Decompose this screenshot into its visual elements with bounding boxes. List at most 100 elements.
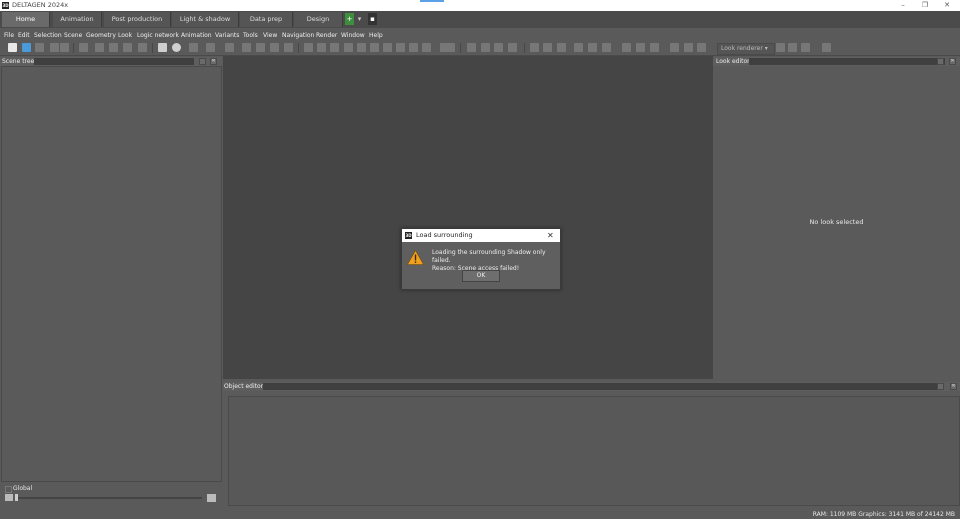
menu-navigation[interactable]: Navigation	[282, 30, 314, 41]
select-all-icon[interactable]	[330, 43, 339, 52]
panel-float-icon[interactable]	[199, 58, 206, 65]
toolbar-divider	[524, 43, 525, 53]
layer-icon[interactable]	[242, 43, 251, 52]
panel-close-icon[interactable]: ✕	[210, 58, 217, 65]
restore-button[interactable]: ❐	[914, 0, 936, 11]
delete-icon[interactable]	[138, 43, 147, 52]
view-mode-dropdown-icon[interactable]	[440, 43, 455, 52]
lasso-icon[interactable]	[383, 43, 392, 52]
stereo-icon[interactable]	[670, 43, 679, 52]
camera-icon[interactable]	[158, 43, 167, 52]
menu-scene[interactable]: Scene	[64, 30, 82, 41]
menu-variants[interactable]: Variants	[215, 30, 239, 41]
panel-close-icon[interactable]: ✕	[950, 383, 957, 390]
pin-icon[interactable]: ▪	[368, 13, 377, 25]
select-icon[interactable]	[304, 43, 313, 52]
look-renderer-label: Look renderer	[721, 45, 763, 52]
object-editor-search[interactable]	[263, 383, 943, 390]
mesh-icon[interactable]	[409, 43, 418, 52]
undo-icon[interactable]	[79, 43, 88, 52]
ok-button[interactable]: OK	[462, 270, 500, 282]
scale-icon[interactable]	[370, 43, 379, 52]
pick-icon[interactable]	[396, 43, 405, 52]
menu-selection[interactable]: Selection	[34, 30, 62, 41]
tab-dropdown-button[interactable]: ▾	[355, 13, 364, 25]
vr-icon[interactable]	[684, 43, 693, 52]
material-icon[interactable]	[574, 43, 583, 52]
copy-icon[interactable]	[109, 43, 118, 52]
grid-icon[interactable]	[422, 43, 431, 52]
menu-window[interactable]: Window	[341, 30, 365, 41]
paste-icon[interactable]	[123, 43, 132, 52]
panel-float-icon[interactable]	[937, 383, 944, 390]
render-icon[interactable]	[225, 43, 234, 52]
list-icon[interactable]	[5, 494, 13, 501]
global-checkbox[interactable]	[5, 486, 12, 493]
timeline-icon[interactable]	[650, 43, 659, 52]
menu-logic-network[interactable]: Logic network	[137, 30, 179, 41]
save-dropdown-icon[interactable]	[60, 43, 69, 52]
menu-help[interactable]: Help	[369, 30, 383, 41]
environment-icon[interactable]	[557, 43, 566, 52]
tab-post-production[interactable]: Post production	[104, 12, 171, 27]
tab-light-shadow[interactable]: Light & shadow	[172, 12, 239, 27]
close-window-button[interactable]: ✕	[936, 0, 958, 11]
scene-tree-slider[interactable]	[16, 497, 202, 499]
quality-icon[interactable]	[788, 43, 797, 52]
menu-edit[interactable]: Edit	[18, 30, 30, 41]
new-file-icon[interactable]	[8, 43, 17, 52]
minimize-button[interactable]: –	[892, 0, 914, 11]
variant-icon[interactable]	[622, 43, 631, 52]
tab-data-prep[interactable]: Data prep	[240, 12, 293, 27]
add-tab-button[interactable]: +	[345, 13, 354, 25]
no-look-message: No look selected	[809, 218, 864, 226]
snap-icon[interactable]	[481, 43, 490, 52]
move-icon[interactable]	[344, 43, 353, 52]
animation-icon[interactable]	[636, 43, 645, 52]
tab-home[interactable]: Home	[2, 12, 50, 27]
import-icon[interactable]	[35, 43, 44, 52]
merge-icon[interactable]	[270, 43, 279, 52]
pivot-icon[interactable]	[508, 43, 517, 52]
menu-file[interactable]: File	[4, 30, 14, 41]
load-surrounding-dialog: 3D Load surrounding ✕ Loading the surrou…	[401, 228, 561, 290]
frame-icon[interactable]	[206, 43, 215, 52]
select-box-icon[interactable]	[317, 43, 326, 52]
menu-view[interactable]: View	[263, 30, 277, 41]
menu-render[interactable]: Render	[316, 30, 337, 41]
settings-icon[interactable]	[822, 43, 831, 52]
rotate-icon[interactable]	[357, 43, 366, 52]
measure-icon[interactable]	[494, 43, 503, 52]
split-icon[interactable]	[284, 43, 293, 52]
save-icon[interactable]	[50, 43, 59, 52]
denoise-icon[interactable]	[801, 43, 810, 52]
raytrace-icon[interactable]	[776, 43, 785, 52]
tab-design[interactable]: Design	[294, 12, 343, 27]
open-file-icon[interactable]	[22, 43, 31, 52]
zoom-icon[interactable]	[189, 43, 198, 52]
group-icon[interactable]	[256, 43, 265, 52]
light-icon[interactable]	[530, 43, 539, 52]
menu-geometry[interactable]: Geometry	[86, 30, 116, 41]
look-editor-search[interactable]	[749, 58, 945, 65]
filter-icon[interactable]	[207, 494, 216, 502]
shader-icon[interactable]	[602, 43, 611, 52]
sphere-icon[interactable]	[172, 43, 181, 52]
tab-animation[interactable]: Animation	[53, 12, 102, 27]
hmd-icon[interactable]	[697, 43, 706, 52]
shadow-icon[interactable]	[543, 43, 552, 52]
toolbar-divider	[460, 43, 461, 53]
look-renderer-dropdown[interactable]: Look renderer ▾	[717, 43, 775, 55]
slider-handle[interactable]	[15, 494, 18, 501]
texture-icon[interactable]	[588, 43, 597, 52]
menu-animation[interactable]: Animation	[181, 30, 212, 41]
3d-viewport[interactable]	[223, 56, 713, 379]
menu-tools[interactable]: Tools	[243, 30, 258, 41]
dialog-close-icon[interactable]: ✕	[547, 229, 554, 242]
cut-icon[interactable]	[95, 43, 104, 52]
align-icon[interactable]	[467, 43, 476, 52]
menu-look[interactable]: Look	[118, 30, 132, 41]
panel-close-icon[interactable]: ✕	[949, 58, 956, 65]
panel-float-icon[interactable]	[937, 58, 944, 65]
scene-tree-search[interactable]	[34, 58, 194, 65]
